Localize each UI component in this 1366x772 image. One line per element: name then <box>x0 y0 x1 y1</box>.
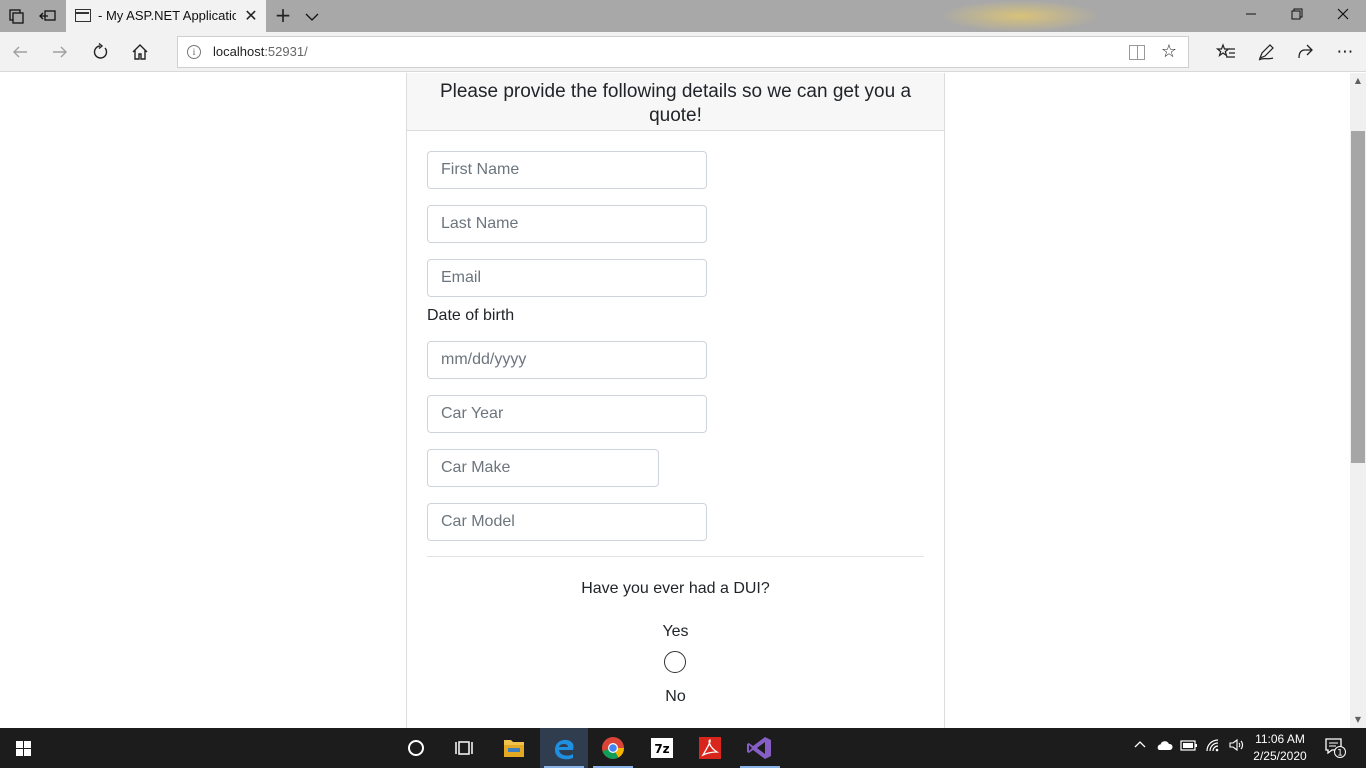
clock-date: 2/25/2020 <box>1253 749 1307 763</box>
car-year-input[interactable] <box>427 395 707 433</box>
notification-count: 1 <box>1337 749 1343 759</box>
titlebar-glow <box>940 0 1100 32</box>
onedrive-cloud-icon[interactable] <box>1155 738 1173 756</box>
scroll-down-arrow-icon[interactable]: ▼ <box>1350 712 1366 728</box>
chrome-icon[interactable] <box>589 728 637 768</box>
more-options-icon[interactable]: ⋯ <box>1333 40 1357 64</box>
forward-arrow-icon[interactable] <box>48 40 72 64</box>
active-tab[interactable]: - My ASP.NET Applicatio ✕ <box>66 0 266 32</box>
close-tab-icon[interactable]: ✕ <box>242 6 260 26</box>
web-note-pen-icon[interactable] <box>1254 40 1278 64</box>
email-input[interactable] <box>427 259 707 297</box>
minimize-button[interactable] <box>1228 0 1274 32</box>
dui-yes-label: Yes <box>662 623 689 640</box>
file-explorer-icon[interactable] <box>490 728 538 768</box>
action-center-icon[interactable]: 1 <box>1324 736 1346 762</box>
battery-icon[interactable] <box>1180 738 1198 756</box>
edge-icon[interactable] <box>540 728 588 768</box>
clock-time: 11:06 AM <box>1255 732 1305 746</box>
close-window-button[interactable] <box>1320 0 1366 32</box>
refresh-icon[interactable] <box>88 40 112 64</box>
last-name-input[interactable] <box>427 205 707 243</box>
page-icon <box>75 9 91 22</box>
acrobat-icon[interactable] <box>686 728 734 768</box>
reading-view-icon[interactable] <box>1129 45 1145 60</box>
address-bar[interactable]: i localhost:52931/ ☆ <box>177 36 1189 68</box>
quote-form-card: Please provide the following details so … <box>406 73 945 728</box>
url-port: :52931/ <box>264 44 308 59</box>
favorites-hub-icon[interactable] <box>1214 40 1238 64</box>
7zip-icon[interactable]: 7z <box>638 728 686 768</box>
add-favorite-star-icon[interactable]: ☆ <box>1158 41 1180 63</box>
divider <box>427 556 924 557</box>
card-header: Please provide the following details so … <box>407 73 944 131</box>
new-tab-icon[interactable]: + <box>272 4 294 28</box>
tab-preview-icon[interactable] <box>6 6 26 26</box>
share-icon[interactable] <box>1293 40 1317 64</box>
scroll-up-arrow-icon[interactable]: ▲ <box>1350 73 1366 89</box>
windows-taskbar: 7z 11:06 AM 2/25/2020 1 <box>0 728 1366 768</box>
svg-text:7z: 7z <box>654 742 669 756</box>
wifi-icon[interactable] <box>1205 738 1223 756</box>
cortana-icon[interactable] <box>392 728 440 768</box>
dui-no-label: No <box>665 688 686 705</box>
scrollbar-thumb[interactable] <box>1351 131 1365 463</box>
site-info-icon[interactable]: i <box>187 45 201 59</box>
dui-question: Have you ever had a DUI? <box>581 580 770 597</box>
url-text[interactable]: localhost:52931/ <box>213 44 308 59</box>
task-view-icon[interactable] <box>440 728 488 768</box>
back-arrow-icon[interactable] <box>8 40 32 64</box>
page-scrollbar[interactable]: ▲ ▼ <box>1350 73 1366 728</box>
set-tabs-aside-icon[interactable] <box>38 6 58 26</box>
form-heading: Please provide the following details so … <box>439 81 912 126</box>
visual-studio-icon[interactable] <box>736 728 784 768</box>
page-viewport: Please provide the following details so … <box>0 73 1350 728</box>
navigation-bar: i localhost:52931/ ☆ ⋯ <box>0 32 1366 72</box>
car-model-input[interactable] <box>427 503 707 541</box>
start-button[interactable] <box>0 728 48 768</box>
date-of-birth-input[interactable] <box>427 341 707 379</box>
tab-title: - My ASP.NET Applicatio <box>98 8 236 23</box>
chevron-up-icon[interactable] <box>1133 738 1147 756</box>
first-name-input[interactable] <box>427 151 707 189</box>
chevron-down-icon[interactable] <box>304 6 324 26</box>
home-icon[interactable] <box>128 40 152 64</box>
restore-button[interactable] <box>1274 0 1320 32</box>
tab-bar: - My ASP.NET Applicatio ✕ + <box>0 0 1366 32</box>
car-make-input[interactable] <box>427 449 659 487</box>
url-host: localhost <box>213 44 265 59</box>
dui-yes-radio[interactable] <box>664 651 686 673</box>
volume-icon[interactable] <box>1228 738 1246 756</box>
dob-label: Date of birth <box>427 307 515 324</box>
system-clock[interactable]: 11:06 AM 2/25/2020 <box>1250 731 1310 765</box>
